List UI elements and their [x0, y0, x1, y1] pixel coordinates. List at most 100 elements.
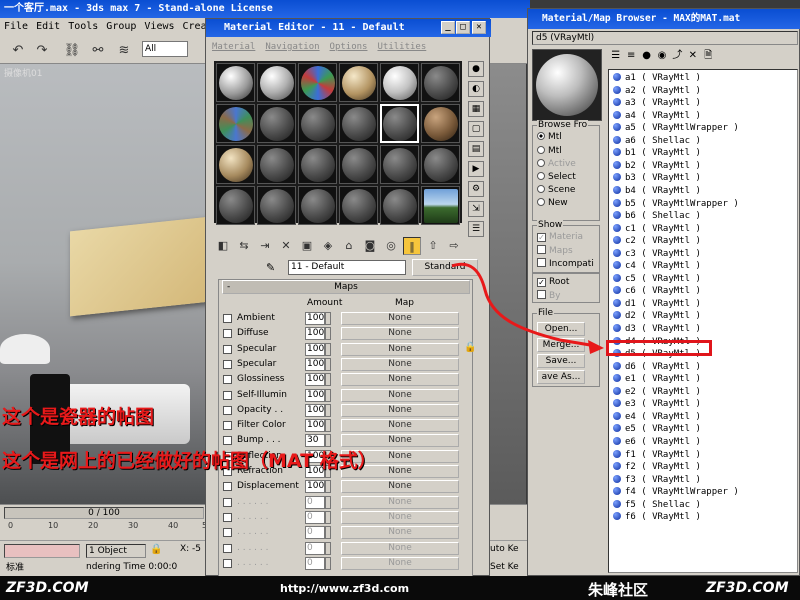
sample-slot[interactable]: [339, 145, 378, 184]
set-key-button[interactable]: Set Ke: [490, 562, 519, 572]
map-enable-checkbox[interactable]: [223, 390, 232, 400]
map-enable-checkbox[interactable]: [223, 405, 232, 415]
show-incompatible-checkbox[interactable]: Incompati: [537, 258, 594, 269]
library-list-item[interactable]: f1 ( VRayMtl ): [613, 449, 701, 462]
camera-viewport[interactable]: 摄像机01: [0, 64, 210, 504]
menu-edit[interactable]: Edit: [36, 18, 60, 36]
reset-maps-icon[interactable]: ✕: [277, 237, 295, 255]
minimize-button[interactable]: _: [441, 21, 455, 34]
map-enable-checkbox[interactable]: [223, 482, 232, 492]
redo-icon[interactable]: ↷: [32, 40, 52, 60]
sample-slot[interactable]: [257, 104, 296, 143]
map-enable-checkbox[interactable]: [223, 421, 232, 431]
library-list-item[interactable]: e5 ( VRayMtl ): [613, 423, 701, 436]
radio-new[interactable]: New: [537, 198, 568, 208]
uv-tiling-icon[interactable]: ▢: [468, 121, 484, 137]
library-list-item[interactable]: f6 ( VRayMtl ): [613, 511, 701, 524]
library-list-item[interactable]: f2 ( VRayMtl ): [613, 461, 701, 474]
map-amount-field[interactable]: 100: [305, 327, 325, 341]
assign-to-selection-icon[interactable]: ⇥: [256, 237, 274, 255]
background-icon[interactable]: ▦: [468, 101, 484, 117]
library-list-item[interactable]: c2 ( VRayMtl ): [613, 235, 701, 248]
library-list-item[interactable]: e6 ( VRayMtl ): [613, 436, 701, 449]
delete-from-library-icon[interactable]: ✕: [687, 49, 698, 63]
menu-file[interactable]: File: [4, 18, 28, 36]
material-name-dropdown[interactable]: 11 - Default: [288, 260, 406, 275]
maximize-button[interactable]: □: [456, 21, 470, 34]
view-small-icons-icon[interactable]: ●: [641, 49, 652, 63]
amount-spinner[interactable]: [325, 419, 331, 433]
library-list-item[interactable]: c5 ( VRayMtl ): [613, 273, 701, 286]
sample-slot[interactable]: [298, 63, 337, 102]
map-enable-checkbox[interactable]: [223, 329, 232, 339]
amount-spinner[interactable]: [325, 556, 331, 570]
map-slot-button[interactable]: None: [341, 419, 459, 433]
amount-spinner[interactable]: [325, 403, 331, 417]
library-list-item[interactable]: d1 ( VRayMtl ): [613, 298, 701, 311]
map-slot-button[interactable]: None: [341, 373, 459, 387]
sample-slot[interactable]: [421, 186, 460, 225]
map-amount-field[interactable]: 100: [305, 403, 325, 417]
menu-material[interactable]: Material: [212, 39, 255, 55]
close-button[interactable]: ✕: [472, 21, 486, 34]
map-slot-button[interactable]: None: [341, 480, 459, 494]
amount-spinner[interactable]: [325, 373, 331, 387]
library-list-item[interactable]: f5 ( Shellac ): [613, 499, 701, 512]
amount-spinner[interactable]: [325, 388, 331, 402]
map-enable-checkbox[interactable]: [223, 436, 232, 446]
library-list-item[interactable]: a6 ( Shellac ): [613, 135, 701, 148]
amount-spinner[interactable]: [325, 541, 331, 555]
amount-spinner[interactable]: [325, 312, 331, 325]
library-list-item[interactable]: e3 ( VRayMtl ): [613, 398, 701, 411]
sample-slot[interactable]: [216, 186, 255, 225]
map-amount-field[interactable]: 100: [305, 388, 325, 402]
library-list-item[interactable]: b6 ( Shellac ): [613, 210, 701, 223]
go-to-parent-icon[interactable]: ⇧: [424, 237, 442, 255]
save-as-button[interactable]: ave As...: [537, 370, 585, 384]
library-list-item[interactable]: f4 ( VRayMtlWrapper ): [613, 486, 739, 499]
library-list-item[interactable]: a2 ( VRayMtl ): [613, 85, 701, 98]
library-list-item[interactable]: e1 ( VRayMtl ): [613, 373, 701, 386]
map-slot-button[interactable]: None: [341, 495, 459, 509]
material-navigator-icon[interactable]: ☰: [468, 221, 484, 237]
save-button[interactable]: Save...: [537, 354, 585, 368]
material-effects-channel-icon[interactable]: ◙: [361, 237, 379, 255]
sample-slot[interactable]: [298, 145, 337, 184]
get-material-icon[interactable]: ◧: [214, 237, 232, 255]
amount-spinner[interactable]: [325, 327, 331, 341]
map-enable-checkbox[interactable]: [223, 314, 232, 323]
library-list-item[interactable]: d6 ( VRayMtl ): [613, 361, 701, 374]
sample-slot[interactable]: [298, 104, 337, 143]
backlight-icon[interactable]: ◐: [468, 81, 484, 97]
library-list-item[interactable]: c4 ( VRayMtl ): [613, 260, 701, 273]
library-list-item[interactable]: c3 ( VRayMtl ): [613, 248, 701, 261]
open-button[interactable]: Open...: [537, 322, 585, 336]
selection-filter-dropdown[interactable]: All: [142, 41, 188, 57]
menu-options[interactable]: Options: [330, 39, 368, 55]
sample-slot[interactable]: [216, 145, 255, 184]
menu-navigation[interactable]: Navigation: [265, 39, 319, 55]
library-list-item[interactable]: a4 ( VRayMtl ): [613, 110, 701, 123]
sample-slot[interactable]: [380, 186, 419, 225]
map-slot-button[interactable]: None: [341, 312, 459, 325]
map-slot-button[interactable]: None: [341, 526, 459, 540]
library-list-item[interactable]: b2 ( VRayMtl ): [613, 160, 701, 173]
library-list-item[interactable]: d3 ( VRayMtl ): [613, 323, 701, 336]
map-slot-button[interactable]: None: [341, 342, 459, 356]
make-preview-icon[interactable]: ▶: [468, 161, 484, 177]
view-list-icon[interactable]: ☰: [610, 49, 621, 63]
map-amount-field[interactable]: 100: [305, 419, 325, 433]
menu-tools[interactable]: Tools: [68, 18, 98, 36]
show-end-result-icon[interactable]: ‖: [403, 237, 421, 255]
rollout-collapse-toggle[interactable]: -: [227, 281, 230, 293]
show-materials-checkbox[interactable]: ✓ Materia: [537, 232, 583, 242]
maps-rollout-header[interactable]: - Maps: [222, 280, 470, 294]
map-slot-button[interactable]: None: [341, 556, 459, 570]
sample-slot[interactable]: [421, 145, 460, 184]
map-slot-button[interactable]: None: [341, 510, 459, 524]
library-list-item[interactable]: b1 ( VRayMtl ): [613, 147, 701, 160]
menu-utilities[interactable]: Utilities: [377, 39, 426, 55]
map-enable-checkbox[interactable]: [223, 344, 232, 354]
browser-name-field[interactable]: d5 (VRayMtl): [532, 31, 798, 45]
map-amount-field[interactable]: 0: [305, 526, 325, 540]
